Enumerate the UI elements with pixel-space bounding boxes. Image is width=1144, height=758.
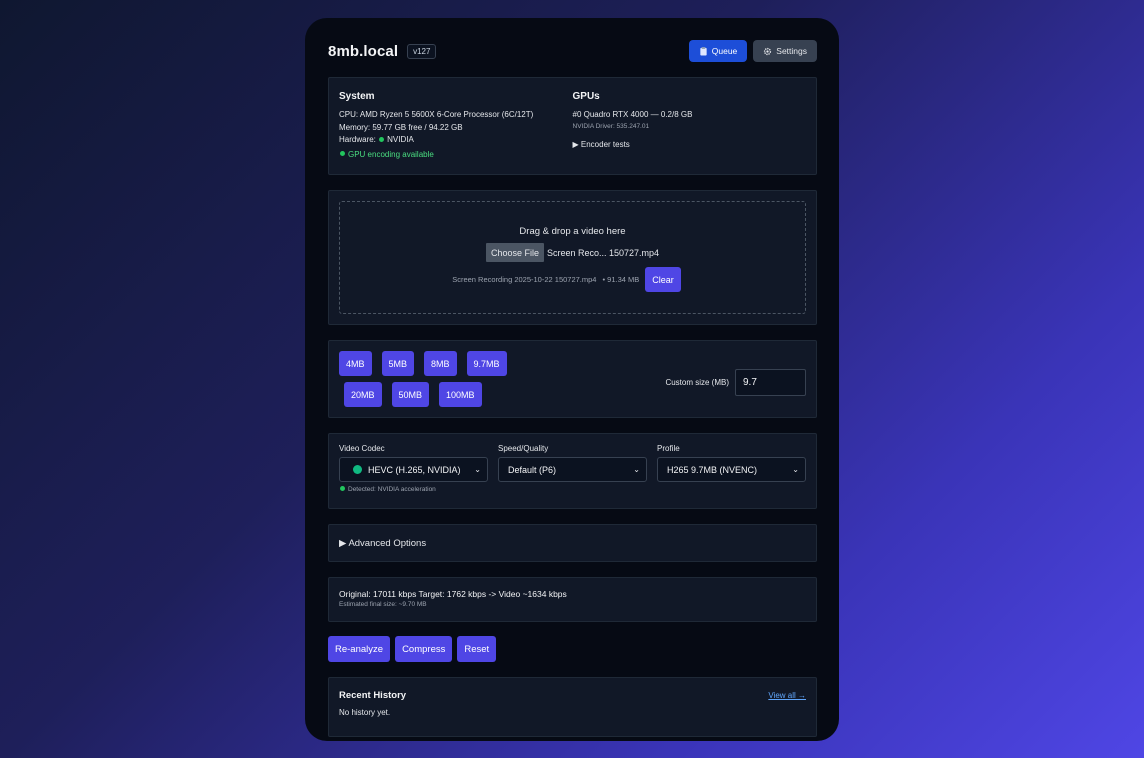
- triangle-right-icon: ▶: [339, 537, 347, 549]
- preset-8mb-button[interactable]: 8MB: [424, 351, 457, 376]
- speed-field: Speed/Quality Default (P6) ⌄: [498, 444, 647, 498]
- detected-text: Detected: NVIDIA acceleration: [348, 486, 436, 493]
- profile-label: Profile: [657, 444, 680, 453]
- chevron-down-icon: ⌄: [474, 465, 481, 474]
- clipboard-icon: [700, 46, 707, 56]
- triangle-right-icon: ▶: [572, 139, 579, 149]
- speed-select[interactable]: Default (P6) ⌄: [498, 457, 647, 482]
- file-meta-row: Screen Recording 2025-10-22 150727.mp4 •…: [452, 267, 681, 292]
- queue-button-label: Queue: [711, 46, 738, 56]
- hardware-value: NVIDIA: [387, 135, 414, 144]
- compress-button[interactable]: Compress: [395, 636, 453, 662]
- reanalyze-button[interactable]: Re-analyze: [328, 636, 391, 662]
- file-size: • 91.34 MB: [602, 275, 640, 284]
- estimate-card: Original: 17011 kbps Target: 1762 kbps -…: [328, 577, 817, 622]
- upload-card: Drag & drop a video here Choose File Scr…: [328, 190, 817, 325]
- app-title: 8mb.local: [328, 42, 399, 60]
- settings-button[interactable]: Settings: [753, 40, 817, 62]
- encoder-tests-toggle[interactable]: ▶ Encoder tests: [573, 140, 807, 149]
- custom-size: Custom size (MB): [665, 351, 806, 397]
- selected-file-name: Screen Reco... 150727.mp4: [546, 247, 660, 258]
- gpus-title: GPUs: [572, 91, 600, 102]
- profile-value: H265 9.7MB (NVENC): [667, 464, 758, 475]
- view-all-link[interactable]: View all →: [768, 691, 806, 700]
- codec-label: Video Codec: [339, 444, 385, 453]
- speed-value: Default (P6): [508, 464, 557, 475]
- queue-button[interactable]: Queue: [688, 40, 748, 62]
- history-title: Recent History: [339, 690, 407, 701]
- history-card: Recent History View all → No history yet…: [328, 677, 817, 737]
- preset-50mb-button[interactable]: 50MB: [391, 382, 430, 407]
- bitrate-estimate: Original: 17011 kbps Target: 1762 kbps -…: [339, 589, 567, 599]
- status-dot-icon: [340, 486, 345, 492]
- system-title: System: [339, 91, 375, 102]
- speed-label: Speed/Quality: [498, 444, 549, 453]
- driver-info: NVIDIA Driver: 535.247.01: [572, 122, 650, 130]
- chevron-down-icon: ⌄: [633, 465, 640, 474]
- header: 8mb.local v127 Queue Settings: [328, 40, 817, 62]
- gpu-encoding-text: GPU encoding available: [348, 149, 434, 159]
- green-circle-icon: [353, 465, 362, 474]
- gpu-encoding-status: GPU encoding available: [339, 150, 573, 159]
- header-actions: Queue Settings: [688, 40, 817, 62]
- custom-size-label: Custom size (MB): [665, 377, 729, 387]
- chevron-down-icon: ⌄: [792, 465, 799, 474]
- status-dot-icon: [340, 151, 345, 157]
- dropzone[interactable]: Drag & drop a video here Choose File Scr…: [339, 201, 806, 314]
- system-section: System CPU: AMD Ryzen 5 5600X 6-Core Pro…: [339, 91, 573, 164]
- dropzone-title: Drag & drop a video here: [519, 226, 626, 237]
- action-buttons: Re-analyze Compress Reset: [328, 636, 817, 662]
- advanced-options-label: Advanced Options: [348, 537, 427, 549]
- target-size-card: 4MB 5MB 8MB 9.7MB 20MB 50MB 100MB Custom…: [328, 340, 817, 418]
- settings-button-label: Settings: [776, 46, 807, 56]
- codec-value: HEVC (H.265, NVIDIA): [368, 464, 461, 475]
- profile-field: Profile H265 9.7MB (NVENC) ⌄: [657, 444, 806, 498]
- preset-row-2: 20MB 50MB 100MB: [339, 382, 529, 407]
- encoding-options-card: Video Codec HEVC (H.265, NVIDIA) ⌄ Detec…: [328, 433, 817, 509]
- encoder-tests-label: Encoder tests: [580, 139, 630, 149]
- size-presets: 4MB 5MB 8MB 9.7MB 20MB 50MB 100MB: [339, 351, 529, 407]
- gpu-0-info: #0 Quadro RTX 4000 — 0.2/8 GB: [572, 110, 693, 119]
- preset-4mb-button[interactable]: 4MB: [339, 351, 372, 376]
- history-header: Recent History View all →: [339, 690, 806, 701]
- profile-select[interactable]: H265 9.7MB (NVENC) ⌄: [657, 457, 806, 482]
- preset-row-1: 4MB 5MB 8MB 9.7MB: [339, 351, 529, 376]
- version-badge: v127: [407, 43, 437, 59]
- system-info-card: System CPU: AMD Ryzen 5 5600X 6-Core Pro…: [328, 77, 817, 175]
- gpus-section: GPUs #0 Quadro RTX 4000 — 0.2/8 GB NVIDI…: [573, 91, 807, 164]
- file-input-row: Choose File Screen Reco... 150727.mp4: [485, 243, 660, 262]
- advanced-options: ▶ Advanced Options: [339, 538, 426, 549]
- codec-field: Video Codec HEVC (H.265, NVIDIA) ⌄ Detec…: [339, 444, 488, 498]
- preset-9-7mb-button[interactable]: 9.7MB: [466, 351, 507, 376]
- clear-button[interactable]: Clear: [645, 267, 681, 292]
- reset-button[interactable]: Reset: [457, 636, 497, 662]
- custom-size-input[interactable]: [735, 368, 806, 396]
- gear-icon: [764, 47, 772, 55]
- preset-100mb-button[interactable]: 100MB: [439, 382, 482, 407]
- app-panel: 8mb.local v127 Queue Settings System CPU…: [305, 18, 839, 741]
- estimated-size: Estimated final size: ~9.70 MB: [339, 601, 427, 608]
- file-full-name: Screen Recording 2025-10-22 150727.mp4: [452, 275, 597, 284]
- advanced-options-toggle[interactable]: ▶ Advanced Options: [328, 524, 817, 562]
- codec-select[interactable]: HEVC (H.265, NVIDIA) ⌄: [339, 457, 488, 482]
- preset-5mb-button[interactable]: 5MB: [381, 351, 415, 376]
- memory-info: Memory: 59.77 GB free / 94.22 GB: [339, 122, 463, 132]
- hardware-label: Hardware:: [339, 135, 376, 144]
- choose-file-button[interactable]: Choose File: [485, 243, 544, 262]
- detected-acceleration: Detected: NVIDIA acceleration: [339, 486, 488, 493]
- status-dot-icon: [379, 136, 385, 142]
- preset-20mb-button[interactable]: 20MB: [344, 382, 382, 407]
- cpu-info: CPU: AMD Ryzen 5 5600X 6-Core Processor …: [339, 110, 534, 119]
- hardware-info: Hardware: NVIDIA: [339, 134, 573, 147]
- history-empty-message: No history yet.: [339, 708, 391, 717]
